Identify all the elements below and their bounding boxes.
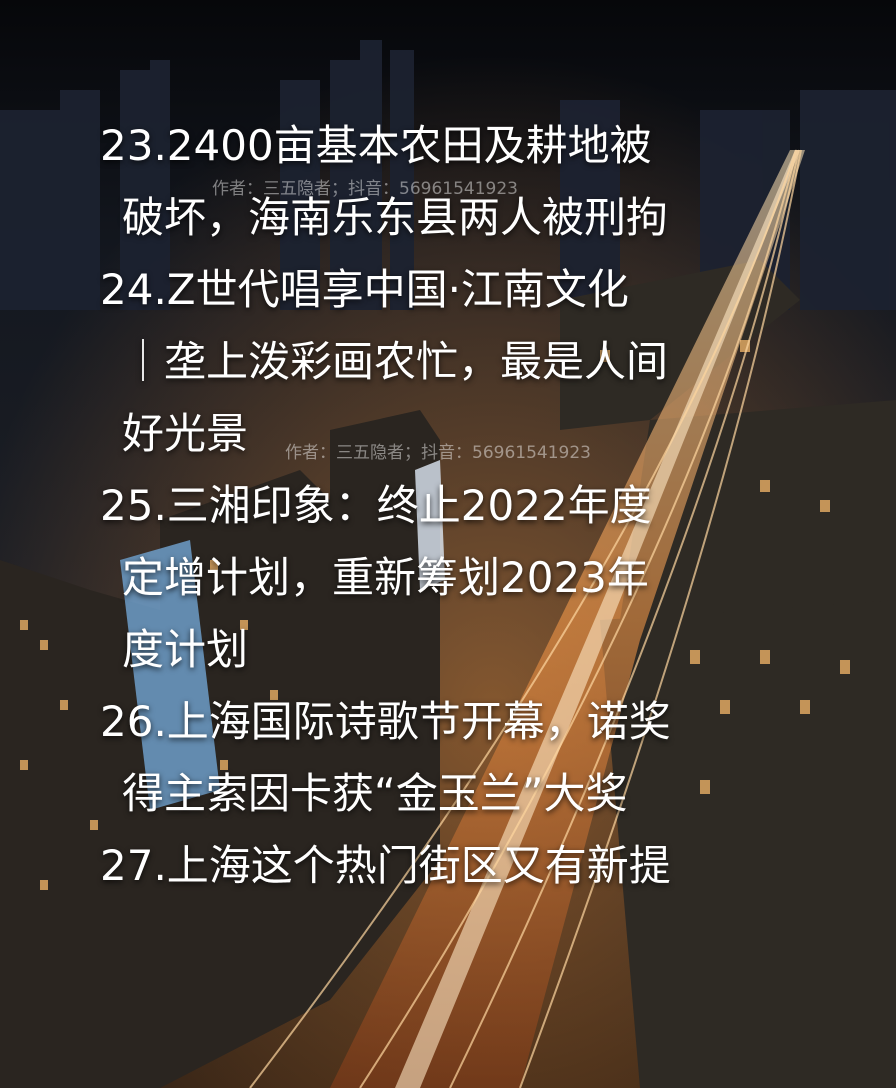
headline-item-23: 23.2400亩基本农田及耕地被 破坏，海南乐东县两人被刑拘 — [100, 110, 760, 254]
headline-item-26: 26.上海国际诗歌节开幕，诺奖 得主索因卡获“金玉兰”大奖 — [100, 686, 760, 830]
headline-item-25: 25.三湘印象：终止2022年度 定增计划，重新筹划2023年 度计划 — [100, 470, 760, 686]
headline-line: 25.三湘印象：终止2022年度 — [100, 481, 652, 530]
headline-line: ｜垄上泼彩画农忙，最是人间 — [122, 337, 669, 386]
headline-line: 好光景 — [122, 409, 249, 458]
headline-item-27: 27.上海这个热门街区又有新提 — [100, 830, 760, 902]
headline-line: 度计划 — [122, 625, 249, 674]
headline-line: 27.上海这个热门街区又有新提 — [100, 841, 671, 890]
headline-line: 破坏，海南乐东县两人被刑拘 — [122, 193, 669, 242]
headline-list: 23.2400亩基本农田及耕地被 破坏，海南乐东县两人被刑拘 24.Z世代唱享中… — [100, 110, 760, 902]
photo-scene: 作者：三五隐者；抖音：56961541923 作者：三五隐者；抖音：569615… — [0, 0, 896, 1088]
headline-line: 得主索因卡获“金玉兰”大奖 — [122, 769, 628, 818]
headline-line: 26.上海国际诗歌节开幕，诺奖 — [100, 697, 671, 746]
headline-line: 24.Z世代唱享中国·江南文化 — [100, 265, 629, 314]
headline-item-24: 24.Z世代唱享中国·江南文化 ｜垄上泼彩画农忙，最是人间 好光景 — [100, 254, 760, 470]
headline-line: 定增计划，重新筹划2023年 — [122, 553, 649, 602]
headline-line: 23.2400亩基本农田及耕地被 — [100, 121, 652, 170]
